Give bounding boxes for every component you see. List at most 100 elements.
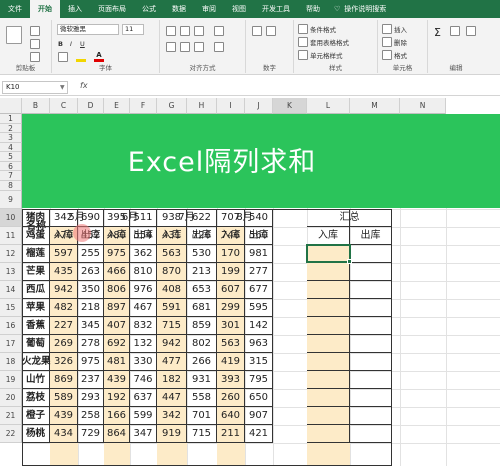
data-cell[interactable]: 870 <box>157 263 187 281</box>
summary-in-cell[interactable] <box>307 263 350 281</box>
menu-tab[interactable]: 开始 <box>30 0 60 18</box>
data-cell[interactable]: 170 <box>217 245 245 263</box>
align-bottom-icon[interactable] <box>194 26 204 36</box>
align-center-icon[interactable] <box>180 42 190 52</box>
data-cell[interactable]: 715 <box>157 317 187 335</box>
autosum-icon[interactable]: Σ <box>434 26 441 39</box>
data-cell[interactable]: 301 <box>217 317 245 335</box>
menu-tab[interactable]: 文件 <box>0 0 30 18</box>
column-header[interactable]: E <box>104 98 130 114</box>
row-header[interactable]: 21 <box>0 407 22 425</box>
data-cell[interactable]: 729 <box>78 425 104 443</box>
decimal-icon[interactable] <box>266 26 276 36</box>
data-cell[interactable]: 439 <box>104 371 130 389</box>
data-cell[interactable]: 342 <box>50 209 78 227</box>
data-cell[interactable]: 199 <box>217 263 245 281</box>
data-cell[interactable]: 142 <box>245 317 273 335</box>
row-header[interactable]: 3 <box>0 133 22 143</box>
data-cell[interactable]: 963 <box>245 335 273 353</box>
summary-in-cell[interactable] <box>307 389 350 407</box>
data-cell[interactable]: 563 <box>157 245 187 263</box>
summary-out-cell[interactable] <box>350 425 392 443</box>
row-header[interactable]: 7 <box>0 171 22 181</box>
bold-button[interactable]: B <box>58 40 63 48</box>
data-cell[interactable]: 481 <box>104 353 130 371</box>
column-header[interactable]: F <box>130 98 157 114</box>
font-name-select[interactable]: 微软雅黑 <box>57 24 119 35</box>
format-cells-button[interactable]: 格式 <box>382 50 407 60</box>
row-header[interactable]: 18 <box>0 353 22 371</box>
data-cell[interactable]: 591 <box>157 299 187 317</box>
summary-out-cell[interactable] <box>350 407 392 425</box>
data-cell[interactable]: 480 <box>104 227 130 245</box>
column-header[interactable]: J <box>245 98 273 114</box>
data-cell[interactable]: 326 <box>50 353 78 371</box>
data-cell[interactable]: 859 <box>187 317 217 335</box>
data-cell[interactable]: 726 <box>187 227 217 245</box>
align-middle-icon[interactable] <box>180 26 190 36</box>
data-cell[interactable]: 266 <box>187 353 217 371</box>
data-cell[interactable]: 477 <box>157 353 187 371</box>
data-cell[interactable]: 421 <box>245 425 273 443</box>
data-cell[interactable]: 907 <box>245 407 273 425</box>
data-cell[interactable]: 293 <box>78 389 104 407</box>
percent-icon[interactable] <box>252 26 262 36</box>
format-as-table-button[interactable]: 套用表格格式 <box>298 37 349 47</box>
data-cell[interactable]: 976 <box>130 281 157 299</box>
data-cell[interactable]: 563 <box>217 335 245 353</box>
summary-in-cell[interactable] <box>307 335 350 353</box>
copy-icon[interactable] <box>30 39 40 49</box>
data-cell[interactable]: 466 <box>104 263 130 281</box>
data-cell[interactable]: 975 <box>104 245 130 263</box>
data-cell[interactable]: 419 <box>217 353 245 371</box>
cut-icon[interactable] <box>30 26 40 36</box>
conditional-format-button[interactable]: 条件格式 <box>298 24 336 34</box>
data-cell[interactable]: 832 <box>130 317 157 335</box>
data-cell[interactable]: 692 <box>104 335 130 353</box>
column-header[interactable]: K <box>273 98 307 114</box>
data-cell[interactable]: 701 <box>187 407 217 425</box>
data-cell[interactable]: 407 <box>104 317 130 335</box>
merge-center-icon[interactable] <box>214 42 224 52</box>
data-cell[interactable]: 255 <box>78 245 104 263</box>
row-header[interactable]: 17 <box>0 335 22 353</box>
summary-out-cell[interactable] <box>350 371 392 389</box>
data-cell[interactable]: 260 <box>217 389 245 407</box>
data-cell[interactable]: 622 <box>187 209 217 227</box>
data-cell[interactable]: 447 <box>157 389 187 407</box>
row-header[interactable]: 22 <box>0 425 22 443</box>
underline-button[interactable]: U <box>80 40 85 48</box>
data-cell[interactable]: 599 <box>130 407 157 425</box>
data-cell[interactable]: 931 <box>187 371 217 389</box>
summary-in-cell[interactable] <box>307 299 350 317</box>
wrap-text-icon[interactable] <box>214 26 224 36</box>
data-cell[interactable]: 299 <box>217 299 245 317</box>
delete-cells-button[interactable]: 删除 <box>382 37 407 47</box>
data-cell[interactable]: 439 <box>50 407 78 425</box>
name-box-dropdown-icon[interactable]: ▼ <box>60 84 65 91</box>
data-cell[interactable]: 342 <box>157 407 187 425</box>
data-cell[interactable]: 166 <box>104 407 130 425</box>
data-cell[interactable]: 650 <box>245 389 273 407</box>
summary-in-cell[interactable] <box>307 425 350 443</box>
summary-out-cell[interactable] <box>350 209 392 227</box>
data-cell[interactable]: 653 <box>187 281 217 299</box>
column-header[interactable]: I <box>217 98 245 114</box>
row-header[interactable]: 8 <box>0 181 22 191</box>
summary-out-cell[interactable] <box>350 317 392 335</box>
data-cell[interactable]: 263 <box>78 263 104 281</box>
data-cell[interactable]: 558 <box>187 389 217 407</box>
data-cell[interactable]: 530 <box>187 245 217 263</box>
cell-styles-button[interactable]: 单元格样式 <box>298 50 343 60</box>
fill-color-icon[interactable] <box>76 52 86 62</box>
row-header[interactable]: 16 <box>0 317 22 335</box>
menu-tab[interactable]: 视图 <box>224 0 254 18</box>
formula-input[interactable] <box>96 81 496 94</box>
data-cell[interactable]: 560 <box>245 227 273 245</box>
active-cell-selection[interactable] <box>306 244 351 263</box>
data-cell[interactable]: 640 <box>217 407 245 425</box>
fx-icon[interactable]: fx <box>80 81 88 90</box>
data-cell[interactable]: 942 <box>50 281 78 299</box>
data-cell[interactable]: 938 <box>157 209 187 227</box>
row-header[interactable]: 2 <box>0 124 22 133</box>
